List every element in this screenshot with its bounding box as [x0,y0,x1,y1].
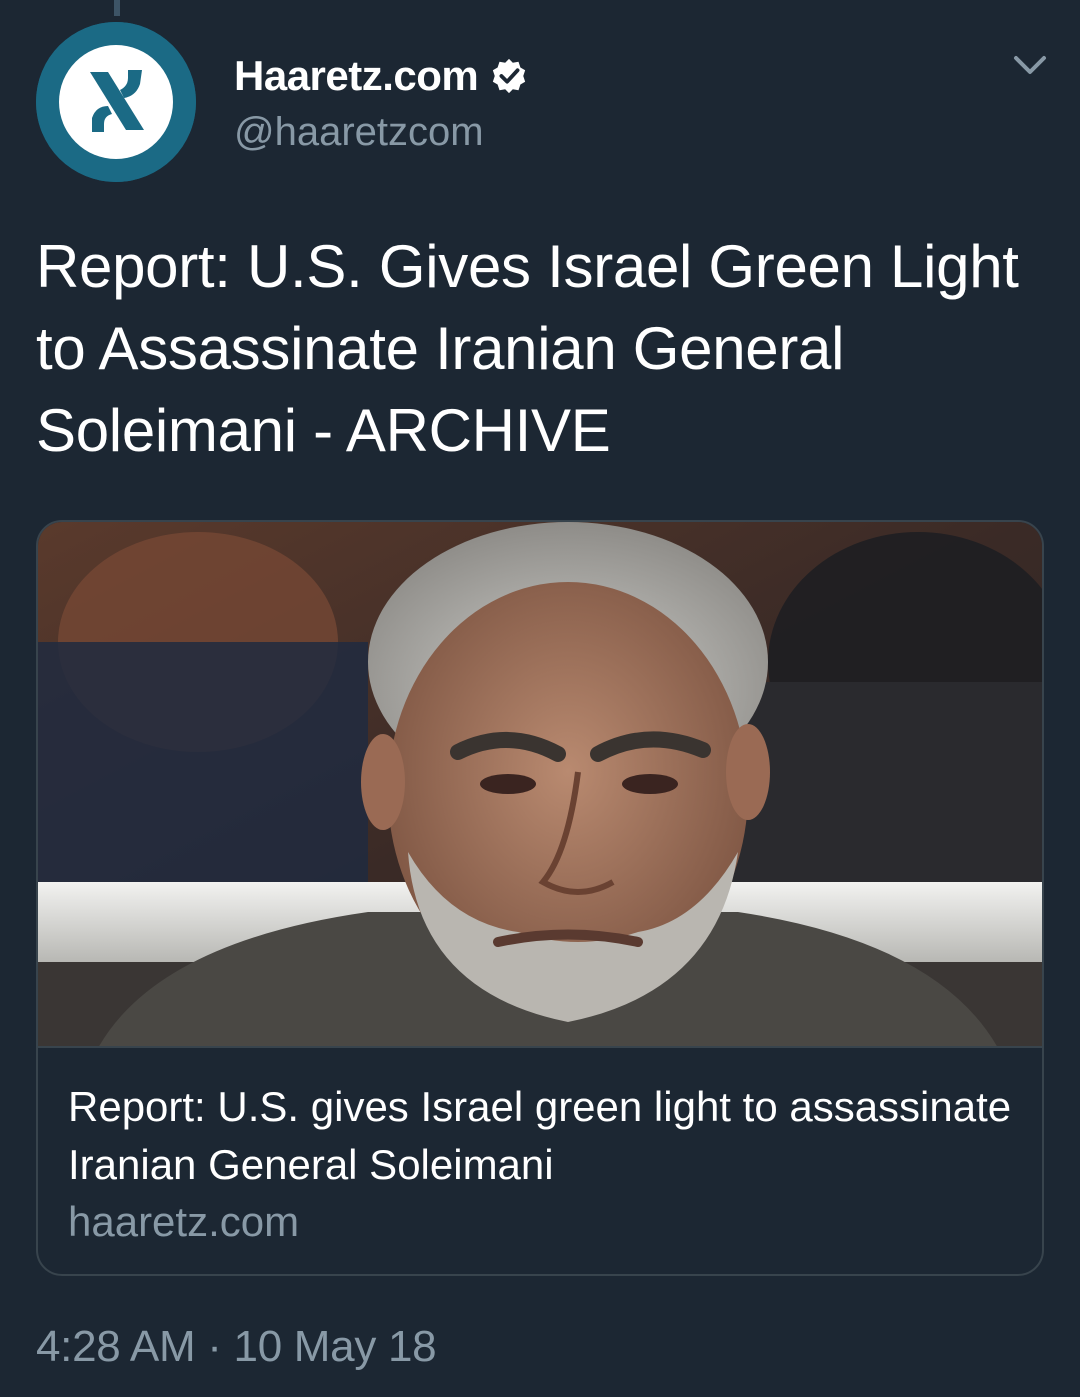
timestamp[interactable]: 4:28 AM · 10 May 18 [36,1322,437,1372]
card-domain: haaretz.com [68,1198,300,1245]
tweet-text: Report: U.S. Gives Israel Green Light to… [36,233,1019,464]
display-name[interactable]: Haaretz.com [234,52,479,100]
haaretz-logo-icon [36,22,196,182]
avatar[interactable] [36,22,196,182]
card-image[interactable] [38,522,1042,1048]
portrait-photo [38,522,1042,1046]
name-row: Haaretz.com [234,48,528,104]
tweet: Haaretz.com @haaretzcom Report: U.S. Giv… [0,0,1080,1397]
chevron-down-icon[interactable] [1010,50,1050,80]
card-body: Report: U.S. gives Israel green light to… [38,1048,1042,1246]
link-card[interactable]: Report: U.S. gives Israel green light to… [36,520,1044,1276]
author-block[interactable]: Haaretz.com @haaretzcom [234,48,528,155]
verified-badge-icon [490,57,528,95]
card-title: Report: U.S. gives Israel green light to… [68,1083,1012,1188]
handle[interactable]: @haaretzcom [234,110,528,155]
thread-line [114,0,120,16]
